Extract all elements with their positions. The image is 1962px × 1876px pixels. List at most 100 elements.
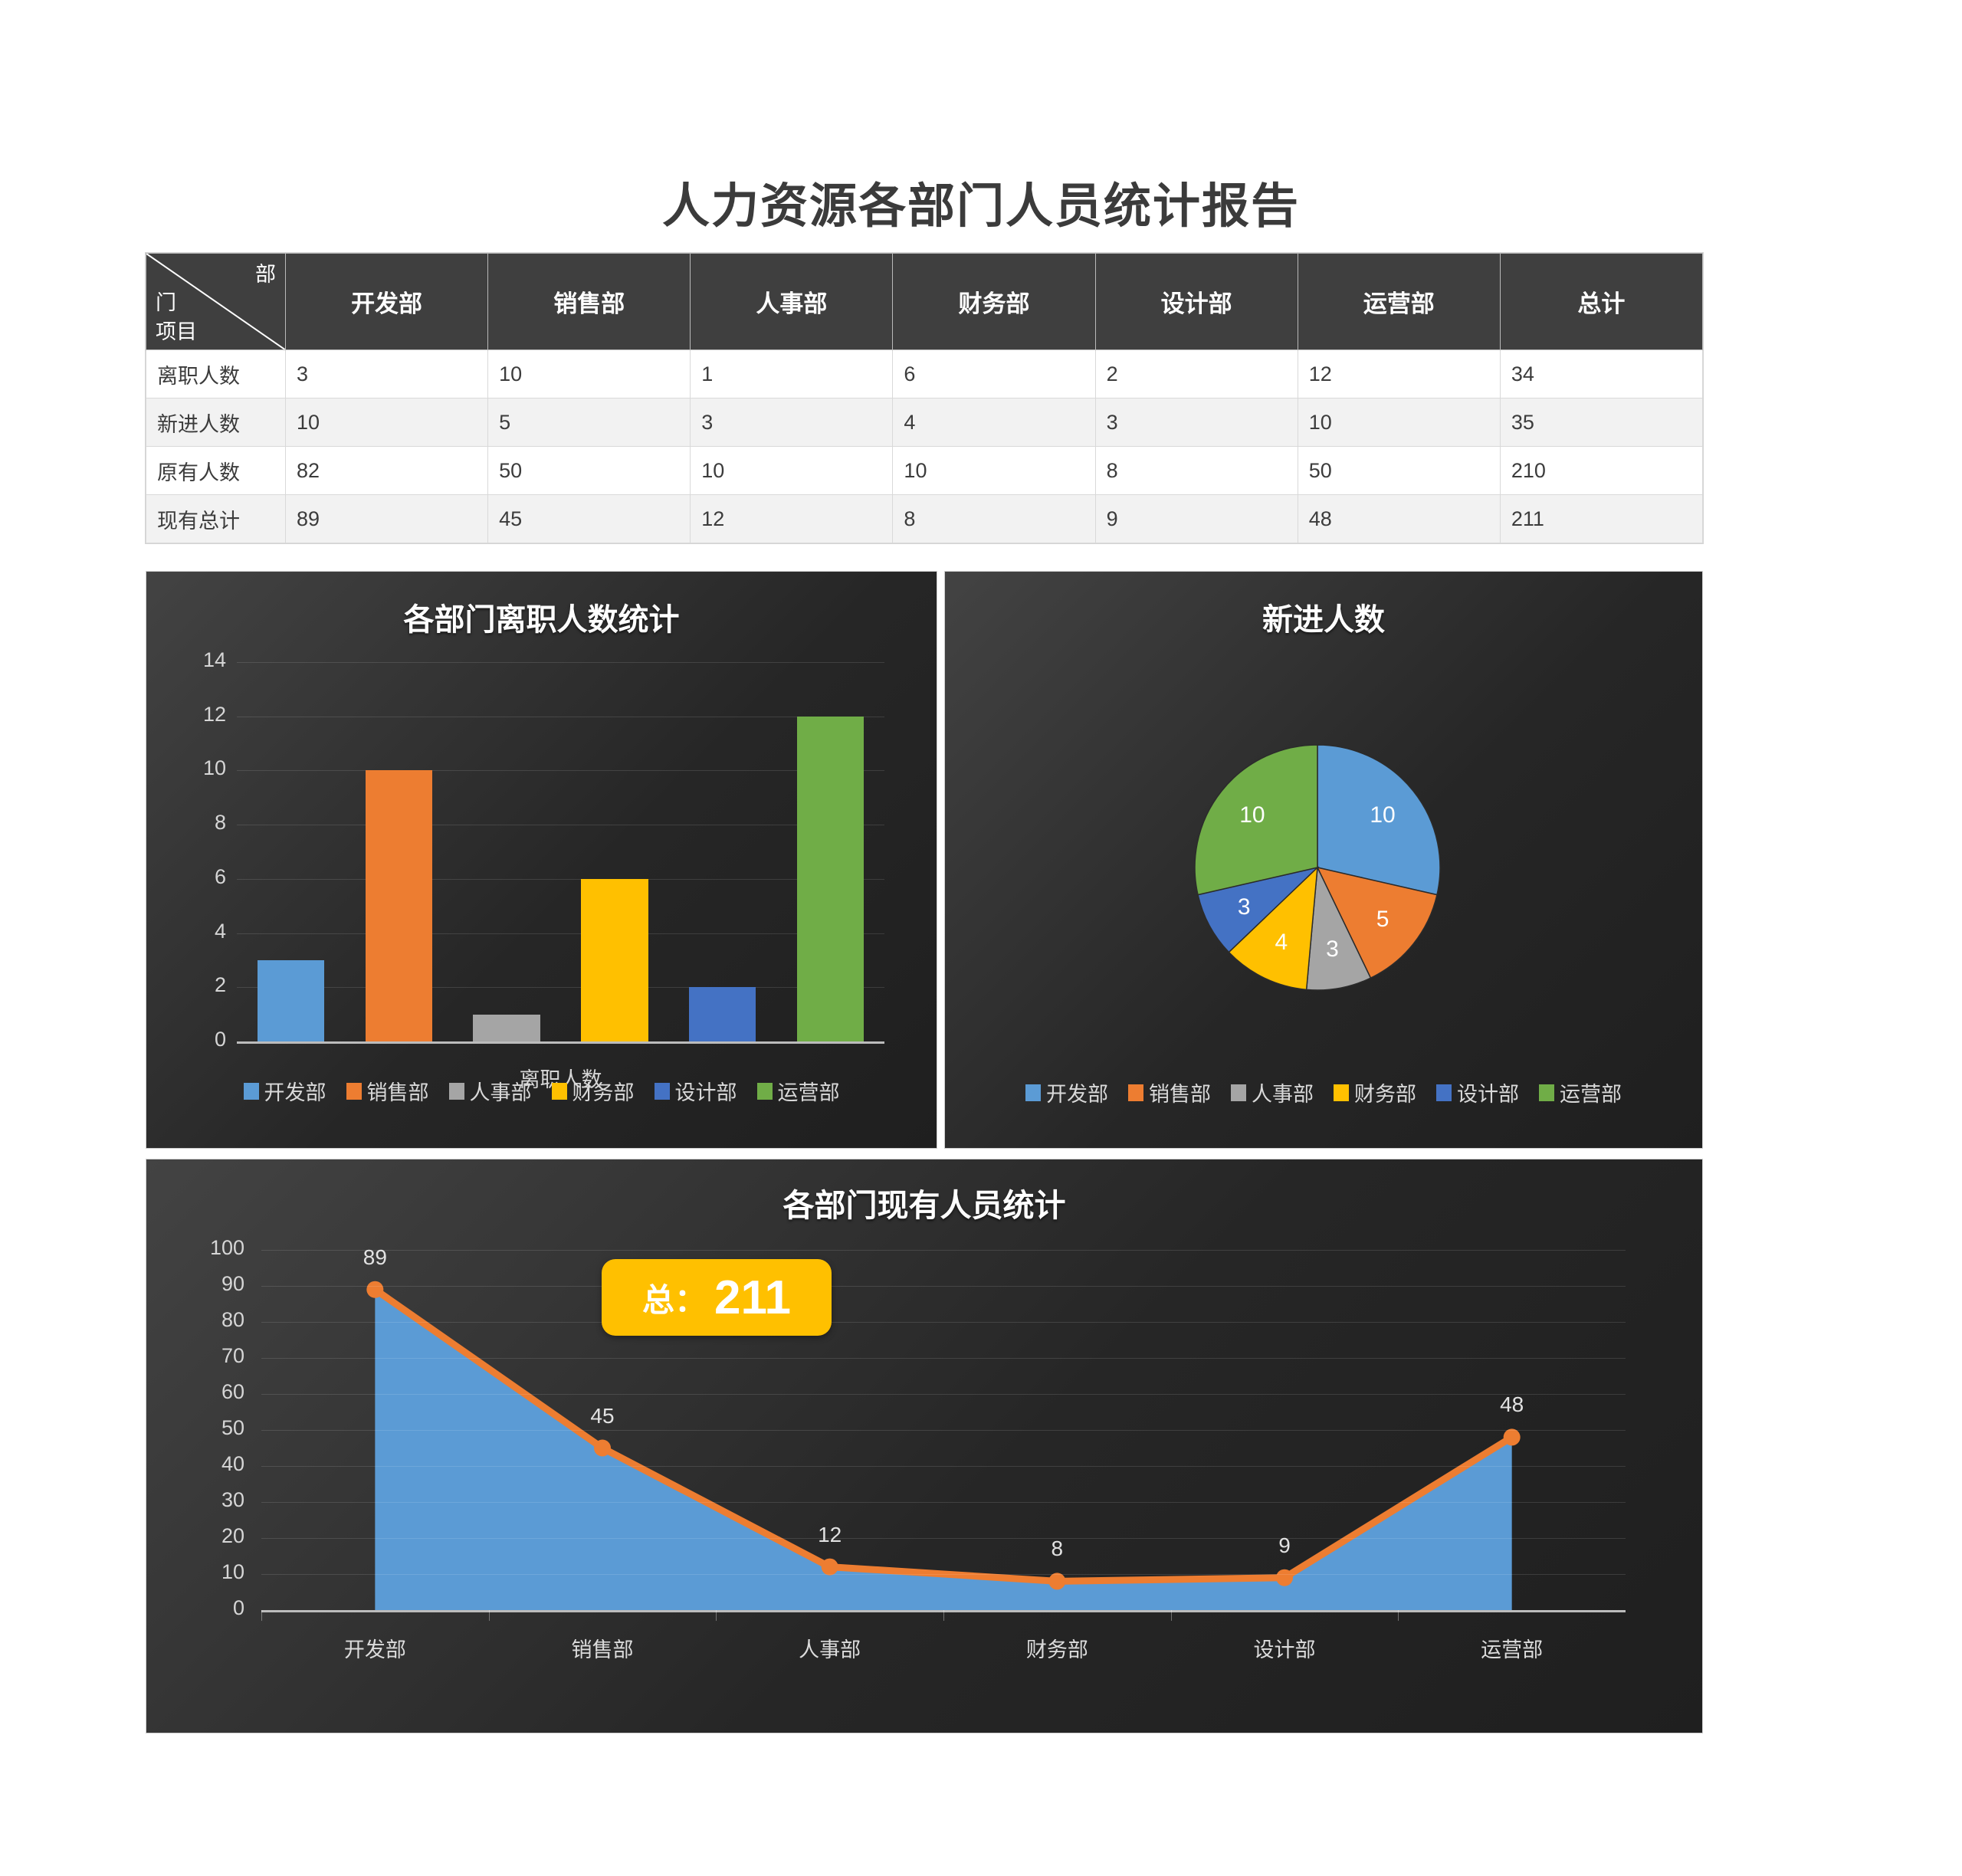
legend-item-人事部[interactable]: 人事部 (448, 1076, 532, 1106)
row-label-2: 原有人数 (146, 446, 286, 495)
bar-销售部[interactable] (365, 770, 432, 1041)
legend-item-人事部[interactable]: 人事部 (1231, 1077, 1314, 1107)
legend-swatch-icon (1334, 1084, 1349, 1101)
bar-开发部[interactable] (257, 959, 325, 1041)
bar-财务部[interactable] (581, 878, 648, 1041)
total-headcount-badge: 总： 211 (602, 1259, 832, 1336)
corner-label-department-bottom: 门 (156, 291, 176, 314)
gridline (261, 1286, 1626, 1287)
x-axis-tick (1398, 1610, 1399, 1621)
data-label-运营部: 48 (1500, 1392, 1524, 1417)
legend-swatch-icon (1025, 1084, 1041, 1101)
legend-swatch-icon (551, 1082, 567, 1100)
bar-运营部[interactable] (796, 716, 865, 1041)
bar-chart-panel: 各部门离职人数统计 0 2 4 6 8 10 12 14 离职人数 开发部 销售部 人事部 财务部 设计… (146, 571, 937, 1149)
legend-item-运营部[interactable]: 运营部 (1539, 1077, 1622, 1107)
cell-r0c2: 1 (690, 349, 894, 398)
legend-item-开发部[interactable]: 开发部 (243, 1076, 326, 1106)
data-label-销售部: 45 (590, 1403, 615, 1428)
y-axis-tick-label: 0 (214, 1028, 226, 1051)
x-axis-tick (1170, 1610, 1172, 1621)
y-axis-tick-label: 2 (214, 973, 226, 997)
legend-swatch-icon (756, 1082, 773, 1100)
x-axis-line (237, 1041, 884, 1044)
cell-r1c4: 3 (1094, 398, 1298, 447)
pie-value-label-设计部: 3 (1237, 894, 1251, 920)
cell-r1c1: 5 (487, 398, 691, 447)
legend-label: 财务部 (1354, 1083, 1416, 1106)
y-axis-tick-label: 90 (221, 1272, 244, 1295)
gridline (237, 770, 884, 772)
legend-swatch-icon (1128, 1084, 1143, 1101)
page-title: 人力资源各部门人员统计报告 (661, 180, 1300, 233)
legend-item-财务部[interactable]: 财务部 (1334, 1077, 1416, 1107)
x-axis-category-开发部: 开发部 (343, 1638, 406, 1661)
pie-chart-svg (1194, 744, 1441, 991)
row-label-0: 离职人数 (146, 349, 286, 398)
cell-r3c4: 9 (1094, 494, 1298, 543)
cell-r3c1: 45 (487, 494, 691, 543)
data-point-运营部[interactable] (1503, 1428, 1521, 1446)
cell-r3c0: 89 (284, 494, 489, 543)
cell-r0c4: 2 (1094, 349, 1298, 398)
legend-item-销售部[interactable]: 销售部 (346, 1076, 429, 1106)
legend-item-设计部[interactable]: 设计部 (1436, 1077, 1519, 1107)
cell-r0c1: 10 (487, 349, 691, 398)
cell-r1c5: 10 (1297, 398, 1501, 447)
column-header-2: 人事部 (690, 253, 894, 350)
data-point-财务部[interactable] (1048, 1573, 1066, 1590)
cell-r2c2: 10 (690, 446, 894, 495)
column-header-1: 销售部 (487, 253, 691, 350)
pie-value-label-销售部: 5 (1376, 906, 1389, 932)
cell-r1c6: 35 (1499, 398, 1704, 447)
y-axis-tick-label: 8 (214, 811, 226, 835)
pie-chart-legend: 开发部 销售部 人事部 财务部 设计部 运营部 (945, 1077, 1702, 1107)
legend-label: 财务部 (572, 1081, 635, 1104)
data-point-开发部[interactable] (366, 1281, 384, 1298)
legend-item-开发部[interactable]: 开发部 (1025, 1077, 1108, 1107)
legend-item-销售部[interactable]: 销售部 (1128, 1077, 1211, 1107)
cell-r0c3: 6 (892, 349, 1096, 398)
column-header-3: 财务部 (892, 253, 1096, 350)
legend-item-设计部[interactable]: 设计部 (654, 1076, 737, 1106)
legend-item-运营部[interactable]: 运营部 (756, 1076, 840, 1106)
data-point-销售部[interactable] (594, 1439, 611, 1457)
cell-r3c5: 48 (1297, 494, 1501, 543)
bar-设计部[interactable] (689, 987, 756, 1041)
legend-swatch-icon (1231, 1084, 1246, 1101)
legend-label: 设计部 (1457, 1083, 1519, 1106)
legend-label: 设计部 (674, 1081, 737, 1104)
y-axis-tick-label: 10 (221, 1560, 244, 1583)
gridline (261, 1430, 1626, 1431)
column-header-4: 设计部 (1094, 253, 1298, 350)
data-label-人事部: 12 (818, 1522, 842, 1546)
y-axis-tick-label: 60 (221, 1380, 244, 1403)
legend-label: 开发部 (264, 1081, 326, 1104)
total-badge-label: 总： (641, 1281, 707, 1318)
gridline (261, 1502, 1626, 1503)
column-header-5: 运营部 (1297, 253, 1501, 350)
gridline (261, 1250, 1626, 1251)
legend-label: 人事部 (469, 1081, 532, 1104)
legend-label: 开发部 (1046, 1083, 1108, 1106)
y-axis-tick-label: 50 (221, 1416, 244, 1439)
data-point-设计部[interactable] (1276, 1569, 1293, 1586)
y-axis-tick-label: 4 (214, 919, 226, 943)
gridline (237, 987, 884, 989)
bar-chart-legend: 开发部 销售部 人事部 财务部 设计部 运营部 (146, 1076, 937, 1106)
y-axis-tick-label: 10 (202, 756, 226, 780)
gridline (237, 662, 884, 663)
x-axis-category-运营部: 运营部 (1481, 1638, 1544, 1661)
data-point-人事部[interactable] (821, 1558, 838, 1576)
gridline (261, 1538, 1626, 1539)
x-axis-tick (261, 1610, 262, 1621)
bar-人事部[interactable] (473, 1014, 540, 1041)
legend-swatch-icon (1436, 1084, 1452, 1101)
y-axis-tick-label: 14 (202, 648, 226, 671)
table-header-row: 部 门 项目 开发部 销售部 人事部 财务部 设计部 运营部 总计 (146, 253, 1704, 350)
legend-swatch-icon (448, 1082, 464, 1100)
y-axis-tick-label: 30 (221, 1488, 244, 1511)
legend-item-财务部[interactable]: 财务部 (551, 1076, 635, 1106)
pie-chart-panel: 新进人数 10 5 3 4 3 10 开发部 销售部 人事部 财务部 设计部 运营部 (944, 571, 1703, 1149)
legend-label: 销售部 (366, 1081, 429, 1104)
